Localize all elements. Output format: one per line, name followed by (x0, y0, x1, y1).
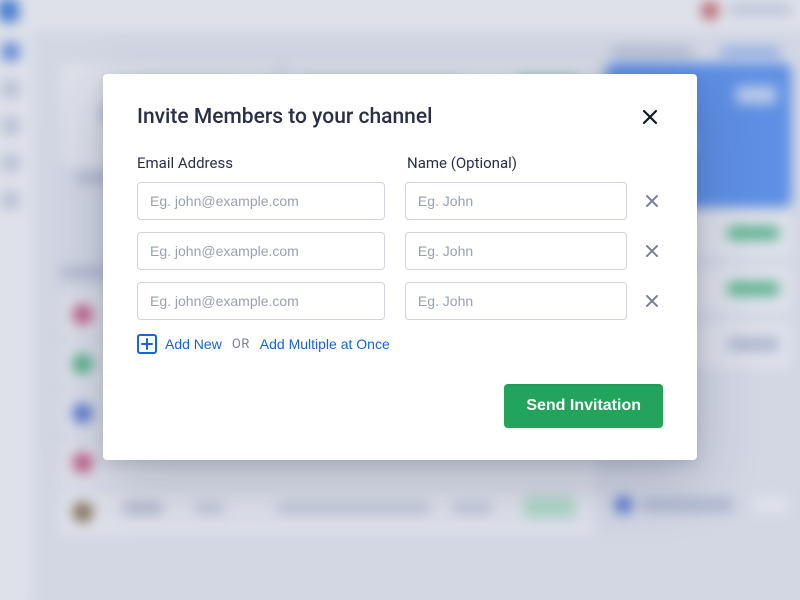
plus-icon (137, 334, 157, 354)
email-input[interactable] (137, 232, 385, 270)
name-column-label: Name (Optional) (407, 154, 631, 172)
invite-row (137, 182, 663, 220)
add-new-label: Add New (165, 336, 222, 352)
close-icon (645, 244, 659, 258)
add-new-row-button[interactable]: Add New (137, 334, 222, 354)
close-icon (645, 194, 659, 208)
modal-close-button[interactable] (637, 104, 663, 130)
close-icon (641, 108, 659, 126)
send-invitation-button[interactable]: Send Invitation (504, 384, 663, 428)
remove-row-button[interactable] (641, 290, 663, 312)
or-separator: OR (232, 337, 250, 352)
add-multiple-button[interactable]: Add Multiple at Once (260, 336, 390, 352)
invite-rows (137, 182, 663, 320)
email-column-label: Email Address (137, 154, 387, 172)
close-icon (645, 294, 659, 308)
name-input[interactable] (405, 282, 627, 320)
name-input[interactable] (405, 182, 627, 220)
remove-row-button[interactable] (641, 190, 663, 212)
invite-members-modal: Invite Members to your channel Email Add… (103, 74, 697, 460)
email-input[interactable] (137, 282, 385, 320)
name-input[interactable] (405, 232, 627, 270)
remove-row-button[interactable] (641, 240, 663, 262)
invite-row (137, 232, 663, 270)
modal-title: Invite Members to your channel (137, 105, 432, 129)
invite-row (137, 282, 663, 320)
email-input[interactable] (137, 182, 385, 220)
